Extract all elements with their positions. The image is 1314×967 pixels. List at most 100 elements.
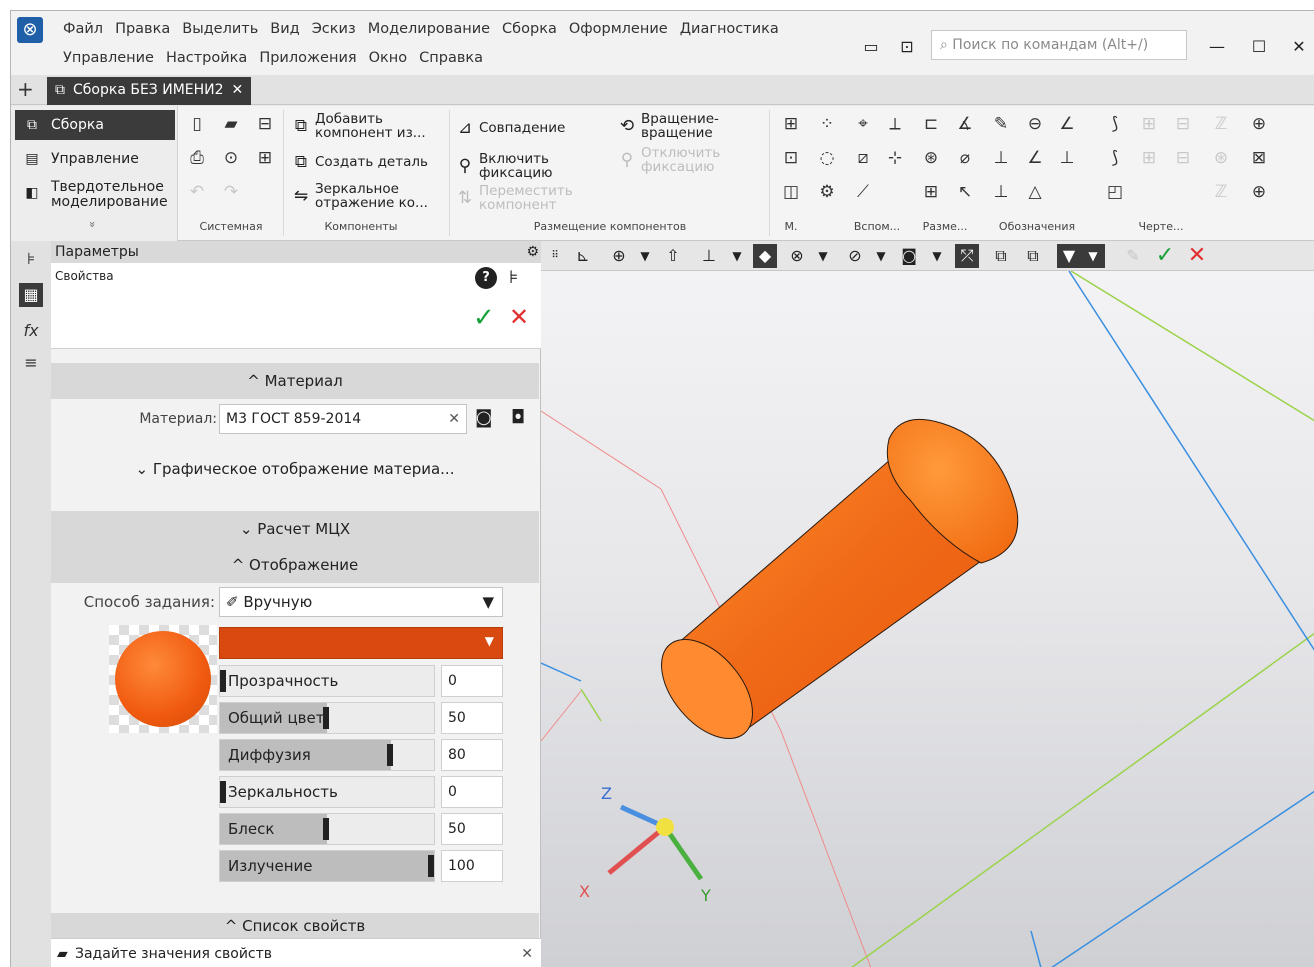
section-view-icon[interactable]: ◙ [897,244,921,268]
zoom-icon[interactable]: ⊕ [607,244,631,268]
color-picker[interactable]: ▼ [219,627,503,659]
orientation-icon[interactable]: ⇧ [661,244,685,268]
panel-settings-icon[interactable]: ⚙ [526,241,539,263]
plane-icon[interactable]: ⌖ [851,112,875,136]
mirror-component-button[interactable]: ⇋ Зеркальное отражение ко... [291,182,451,210]
layers-view-icon[interactable]: ⧉ [1021,244,1045,268]
add-component-button[interactable]: ⧉ Добавить компонент из... [291,112,451,140]
slider-specularity[interactable]: Зеркальность [219,776,435,808]
slider-emission-thumb[interactable] [428,855,434,877]
material-section-header[interactable]: ^ Материал [51,363,539,399]
section-view-icon[interactable]: ⊟ [1171,112,1195,136]
menu-manage[interactable]: Управление [57,48,160,68]
spec-icon[interactable]: ℤ [1209,112,1233,136]
value-overall-color[interactable]: 50 [441,702,503,734]
add-object-2-icon[interactable]: ⊕ [1247,180,1271,204]
value-diffusion[interactable]: 80 [441,739,503,771]
tree-icon[interactable]: ⊧ [19,247,43,271]
line-icon[interactable]: ⟋ [851,180,875,204]
ok-icon[interactable]: ✓ [473,303,495,333]
material-field[interactable]: М3 ГОСТ 859-2014 ✕ [219,404,467,434]
menu-assembly[interactable]: Сборка [496,19,563,39]
help-icon[interactable]: ? [475,267,497,289]
filter-dropdown-icon[interactable]: ▼ [1081,244,1105,268]
point-icon[interactable]: ⊹ [883,146,907,170]
menu-window[interactable]: Окно [363,48,414,68]
measure-icon[interactable]: ⊞ [779,112,803,136]
hide-icon[interactable]: ⊘ [843,244,867,268]
slider-diffusion-thumb[interactable] [387,744,394,766]
box-icon[interactable]: ◫ [779,180,803,204]
command-search-input[interactable]: ⌕ Поиск по командам (Alt+/) [931,30,1187,60]
tab-close-icon[interactable]: ✕ [232,82,244,105]
value-emission[interactable]: 100 [441,850,503,882]
maximize-button[interactable]: ☐ [1247,37,1271,56]
axis-icon[interactable]: ⟂ [883,112,907,136]
new-document-icon[interactable]: ▯ [185,112,209,136]
menu-settings[interactable]: Настройка [160,48,253,68]
screen-settings-icon[interactable]: ⊡ [895,37,919,56]
undo-icon[interactable]: ↶ [185,180,209,204]
parameters-icon[interactable]: ▦ [19,283,43,307]
zoom-dropdown-icon[interactable]: ▼ [633,244,657,268]
rough-icon[interactable]: ✎ [989,112,1013,136]
tolerance-icon[interactable]: ∠ [1055,112,1079,136]
menu-apps[interactable]: Приложения [253,48,362,68]
shaded-mode-icon[interactable]: ◆ [753,244,777,268]
save-icon[interactable]: ⊟ [253,112,277,136]
property-list-header[interactable]: ^ Список свойств [51,913,539,939]
drawing-view-icon[interactable]: ⟆ [1103,146,1127,170]
menu-design[interactable]: Оформление [563,19,674,39]
material-book-icon[interactable]: ◘ [511,407,525,428]
redo-icon[interactable]: ↷ [219,180,243,204]
clear-icon[interactable]: ✕ [448,405,460,433]
enable-fix-button[interactable]: ⚲ Включить фиксацию [455,152,605,180]
menu-sketch[interactable]: Эскиз [306,19,362,39]
text-icon[interactable]: ⊥ [989,180,1013,204]
ribbon-expand-icon[interactable]: » [86,221,99,228]
view-3-icon[interactable]: ⊟ [1171,146,1195,170]
dimension-icon[interactable]: ⊏ [919,112,943,136]
apply-icon[interactable]: ✓ [1153,244,1177,268]
mcx-section-header[interactable]: ⌄ Расчет МЦХ [51,511,539,547]
spec-3-icon[interactable]: ℤ [1209,180,1233,204]
kompas-logo-icon[interactable]: ⊗ [17,17,43,43]
slider-emission[interactable]: Излучение [219,850,435,882]
layers-icon[interactable]: ≡ [19,351,43,375]
value-shine[interactable]: 50 [441,813,503,845]
disable-fix-button[interactable]: ⚲ Отключить фиксацию [617,146,767,174]
save-all-icon[interactable]: ⊞ [253,146,277,170]
array-icon[interactable]: ⁘ [815,112,839,136]
layout-icon[interactable]: ▭ [859,37,883,56]
snap-icon[interactable]: ⤱ [955,244,979,268]
close-button[interactable]: ✕ [1287,37,1311,56]
slider-specularity-thumb[interactable] [220,781,226,803]
view-2-icon[interactable]: ⊞ [1137,146,1161,170]
coordinate-dropdown-icon[interactable]: ▼ [725,244,749,268]
cancel-view-icon[interactable]: ✕ [1185,244,1209,268]
tree-view-icon[interactable]: ⊧ [509,267,518,288]
view-icon[interactable]: ⊞ [1137,112,1161,136]
minimize-button[interactable]: — [1205,37,1229,56]
coincidence-button[interactable]: ⊿ Совпадение [455,118,605,138]
fastener-icon[interactable]: ⚙ [815,180,839,204]
3d-viewport[interactable]: Z X Y [541,271,1314,967]
slider-overall-color-thumb[interactable] [323,707,329,729]
section-dropdown-icon[interactable]: ▼ [925,244,949,268]
ledger-icon[interactable]: △ [1023,180,1047,204]
aux-plane-icon[interactable]: ⧄ [851,146,875,170]
drawing-icon[interactable]: ⟆ [1103,112,1127,136]
report-icon[interactable]: ⊠ [1247,146,1271,170]
wireframe-icon[interactable]: ⊗ [785,244,809,268]
menu-edit[interactable]: Правка [109,19,176,39]
section-icon[interactable]: ⊡ [779,146,803,170]
leader-icon[interactable]: ↖ [953,180,977,204]
diameter-icon[interactable]: ⌀ [953,146,977,170]
print-icon[interactable]: ⎙ [185,146,209,170]
slider-transparency[interactable]: Прозрачность [219,665,435,697]
rotation-button[interactable]: ⟲ Вращение-вращение [617,112,767,140]
menu-modeling[interactable]: Моделирование [362,19,496,39]
designation-icon[interactable]: ⊥ [989,146,1013,170]
weld-icon[interactable]: ∠ [1023,146,1047,170]
material-library-icon[interactable]: ◙ [475,407,492,428]
